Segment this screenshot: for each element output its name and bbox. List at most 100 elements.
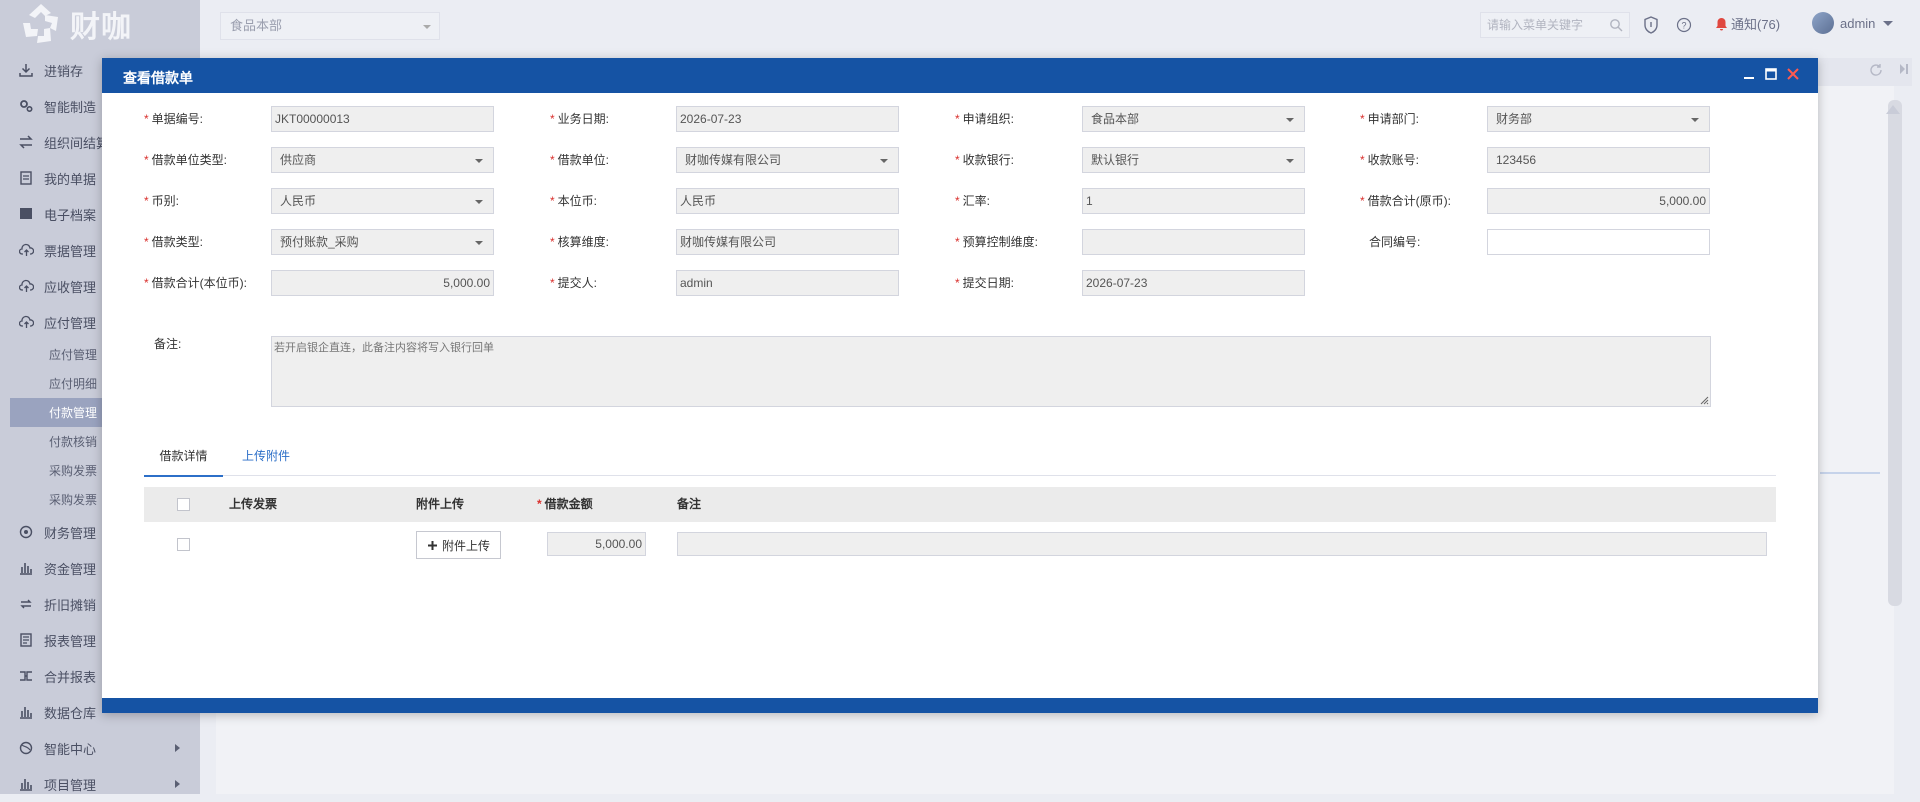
budget-dim-label: * 预算控制维度: <box>955 235 1039 249</box>
acc-dim-field[interactable]: 财咖传媒有限公司 <box>676 229 899 255</box>
sidebar-item-label: 进销存 <box>44 63 84 79</box>
budget-dim-field[interactable] <box>1082 229 1305 255</box>
forward-icon[interactable] <box>1898 62 1912 76</box>
doc-no-field[interactable]: JKT00000013 <box>271 106 494 132</box>
apply-org-select[interactable]: 食品本部 <box>1082 106 1305 132</box>
sidebar-item-label: 票据管理 <box>44 243 97 259</box>
bell-icon <box>1716 17 1727 30</box>
currency-label: * 币别: <box>144 194 180 208</box>
user-name: admin <box>1840 15 1876 31</box>
document-icon <box>18 170 34 186</box>
search-icon[interactable] <box>1609 18 1623 32</box>
base-currency-label: * 本位币: <box>550 194 598 208</box>
gears-icon <box>18 98 34 114</box>
bar-chart-icon <box>18 704 34 720</box>
contract-no-label: 合同编号: <box>1369 235 1421 249</box>
detail-tabs: 借款详情 上传附件 <box>144 445 1776 477</box>
sidebar-item-label: 项目管理 <box>44 777 97 793</box>
submitter-field[interactable]: admin <box>676 270 899 296</box>
org-select-value: 食品本部 <box>230 18 283 33</box>
app-logo: 财咖 <box>18 0 132 48</box>
select-all-checkbox[interactable] <box>177 498 190 511</box>
dialog-header: 查看借款单 <box>102 58 1818 93</box>
transfer-icon <box>18 134 34 150</box>
archive-icon <box>18 206 34 222</box>
refresh-icon[interactable] <box>1868 62 1884 78</box>
doc-no-label: * 单据编号: <box>144 112 204 126</box>
total-orig-field[interactable]: 5,000.00 <box>1487 188 1710 214</box>
shield-icon[interactable] <box>1643 16 1659 34</box>
submit-date-field[interactable]: 2026-07-23 <box>1082 270 1305 296</box>
help-icon[interactable]: ? <box>1676 17 1692 33</box>
rate-field[interactable]: 1 <box>1082 188 1305 214</box>
cloud-upload-icon <box>18 242 34 258</box>
column-header-attachment: 附件上传 <box>416 497 465 511</box>
scroll-up-icon[interactable] <box>1886 105 1900 114</box>
bank-label: * 收款银行: <box>955 153 1015 167</box>
plus-icon <box>427 540 437 550</box>
sidebar-item-label: 我的单据 <box>44 171 97 187</box>
biz-date-label: * 业务日期: <box>550 112 610 126</box>
total-orig-label: * 借款合计(原币): <box>1360 194 1451 208</box>
bar-chart-icon <box>18 776 34 792</box>
remark-textarea[interactable]: 若开启银企直连，此备注内容将写入银行回单 <box>271 336 1711 407</box>
biz-date-field[interactable]: 2026-07-23 <box>676 106 899 132</box>
table-row: 附件上传 5,000.00 <box>144 522 1776 572</box>
row-note-field[interactable] <box>677 532 1767 556</box>
sidebar-item-smart-center[interactable]: 智能中心 <box>0 730 200 766</box>
logo-mark-icon <box>23 4 58 43</box>
borrower-select[interactable]: 财咖传媒有限公司 <box>676 147 899 173</box>
currency-select[interactable]: 人民币 <box>271 188 494 214</box>
resize-grip-icon[interactable] <box>1700 396 1709 405</box>
org-select[interactable]: 食品本部 <box>220 12 440 40</box>
sidebar-item-label: 报表管理 <box>44 633 97 649</box>
account-label: * 收款账号: <box>1360 153 1420 167</box>
tab-upload-attachment[interactable]: 上传附件 <box>242 445 290 475</box>
total-base-field[interactable]: 5,000.00 <box>271 270 494 296</box>
tab-loan-detail[interactable]: 借款详情 <box>144 445 223 477</box>
column-header-invoice: 上传发票 <box>229 497 278 511</box>
attachment-upload-button[interactable]: 附件上传 <box>416 531 501 559</box>
bank-select[interactable]: 默认银行 <box>1082 147 1305 173</box>
submit-date-label: * 提交日期: <box>955 276 1015 290</box>
dialog-window-controls <box>1742 67 1800 81</box>
sidebar-item-label: 应收管理 <box>44 279 97 295</box>
dialog-title: 查看借款单 <box>123 70 193 86</box>
loan-type-label: * 借款类型: <box>144 235 204 249</box>
contract-no-input[interactable] <box>1487 229 1710 255</box>
avatar <box>1812 12 1834 34</box>
svg-text:?: ? <box>1681 21 1686 31</box>
remark-text: 若开启银企直连，此备注内容将写入银行回单 <box>274 342 494 354</box>
apply-dept-select[interactable]: 财务部 <box>1487 106 1710 132</box>
sidebar-item-label: 数据仓库 <box>44 705 97 721</box>
borrower-type-label: * 借款单位类型: <box>144 153 228 167</box>
cloud-upload-icon <box>18 314 34 330</box>
cycle-icon <box>18 596 34 612</box>
logo-text: 财咖 <box>70 10 132 45</box>
rate-label: * 汇率: <box>955 194 991 208</box>
sidebar-item-label: 电子档案 <box>44 207 97 223</box>
maximize-icon[interactable] <box>1764 67 1778 81</box>
account-field[interactable]: 123456 <box>1487 147 1710 173</box>
acc-dim-label: * 核算维度: <box>550 235 610 249</box>
borrower-type-select[interactable]: 供应商 <box>271 147 494 173</box>
loan-amount-field[interactable]: 5,000.00 <box>547 532 646 556</box>
row-checkbox[interactable] <box>177 538 190 551</box>
menu-search-input[interactable]: 请输入菜单关键字 <box>1480 12 1630 38</box>
attachment-upload-label: 附件上传 <box>441 538 490 553</box>
minimize-icon[interactable] <box>1742 67 1756 81</box>
finance-icon <box>18 524 34 540</box>
cloud-upload-icon <box>18 278 34 294</box>
merge-icon <box>18 668 34 684</box>
scrollbar[interactable] <box>1888 100 1902 606</box>
loan-type-select[interactable]: 预付账款_采购 <box>271 229 494 255</box>
close-icon[interactable] <box>1786 67 1800 81</box>
user-menu[interactable]: admin <box>1812 12 1894 34</box>
chevron-right-icon <box>175 744 180 752</box>
sidebar-item-label: 财务管理 <box>44 525 97 541</box>
notification-button[interactable]: 通知(76) <box>1715 14 1780 33</box>
dialog-footer <box>102 698 1818 713</box>
loan-view-dialog: 查看借款单 * 单据编号: JKT00000013 * 业务日期: 2026-07-… <box>102 58 1818 713</box>
sidebar-item-projects[interactable]: 项目管理 <box>0 766 200 802</box>
base-currency-field[interactable]: 人民币 <box>676 188 899 214</box>
